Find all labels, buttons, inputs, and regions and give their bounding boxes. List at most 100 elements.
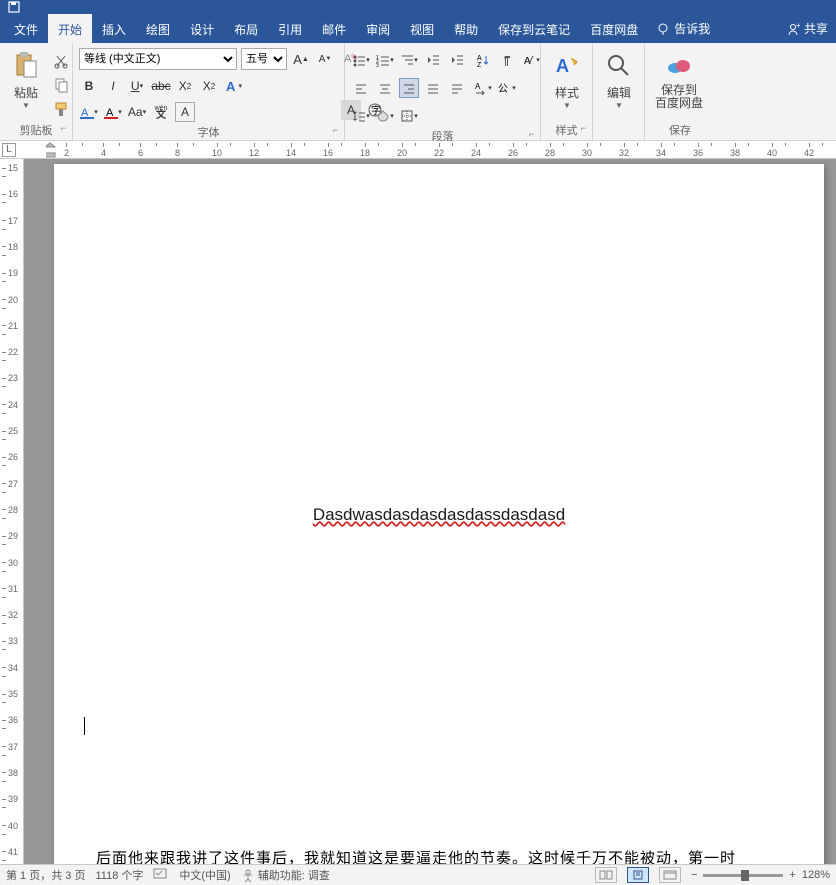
- view-print-icon[interactable]: [627, 867, 649, 883]
- svg-text:+: +: [796, 22, 800, 30]
- tab-cloudnote[interactable]: 保存到云笔记: [488, 14, 580, 43]
- tab-layout[interactable]: 布局: [224, 14, 268, 43]
- tab-review[interactable]: 审阅: [356, 14, 400, 43]
- align-center-icon[interactable]: [375, 78, 395, 98]
- copy-icon[interactable]: [52, 76, 70, 94]
- tab-references[interactable]: 引用: [268, 14, 312, 43]
- page-scroll[interactable]: Dasdwasdasdasdasdassdasdasd 后面他来跟我讲了这件事后…: [24, 159, 836, 864]
- superscript-button[interactable]: X2: [199, 76, 219, 96]
- align-left-icon[interactable]: [351, 78, 371, 98]
- indent-inc-icon[interactable]: [447, 50, 467, 70]
- indent-markers[interactable]: [46, 142, 64, 158]
- change-case-button[interactable]: Aa▾: [127, 102, 147, 122]
- highlight-button[interactable]: A▾: [79, 102, 99, 122]
- asian-layout-icon[interactable]: A▾: [521, 50, 541, 70]
- font-group-label: 字体: [198, 127, 220, 139]
- font-name-select[interactable]: 等线 (中文正文): [79, 48, 237, 70]
- borders-icon[interactable]: ▾: [399, 106, 419, 126]
- line-spacing-icon[interactable]: ▾: [351, 106, 371, 126]
- styles-button[interactable]: A 样式 ▼: [545, 46, 589, 120]
- status-accessibility[interactable]: 辅助功能: 调查: [241, 867, 330, 883]
- tab-file[interactable]: 文件: [4, 14, 48, 43]
- save-quick-icon[interactable]: [8, 1, 24, 13]
- share-button[interactable]: + 共享: [778, 14, 836, 43]
- save-baidu-button[interactable]: 保存到 百度网盘: [649, 46, 709, 120]
- bold-button[interactable]: B: [79, 76, 99, 96]
- tab-mailings[interactable]: 邮件: [312, 14, 356, 43]
- text-effects-icon[interactable]: A▾: [223, 76, 243, 96]
- grow-font-icon[interactable]: A▲: [291, 49, 311, 69]
- tab-help[interactable]: 帮助: [444, 14, 488, 43]
- ruler-tick: 12: [249, 141, 259, 159]
- ruler-tick: 4: [101, 141, 106, 159]
- group-paragraph: ▾ 123▾ ▾ ▾ ▾ ▾: [345, 43, 541, 141]
- font-size-select[interactable]: 五号: [241, 48, 287, 70]
- tellme[interactable]: 告诉我: [648, 14, 718, 43]
- format-painter-icon[interactable]: [52, 100, 70, 118]
- clipboard-launcher-icon[interactable]: ⌐: [61, 123, 66, 133]
- italic-button[interactable]: I: [103, 76, 123, 96]
- status-page[interactable]: 第 1 页，共 3 页: [6, 867, 85, 883]
- sort-icon[interactable]: AZ: [473, 50, 493, 70]
- underline-button[interactable]: U▾: [127, 76, 147, 96]
- paragraph-launcher-icon[interactable]: ⌐: [529, 129, 534, 139]
- group-font: 等线 (中文正文) 五号 A▲ A▼ B I U▾ abc X2 X2 A▾ A…: [73, 43, 345, 141]
- numbering-icon[interactable]: 123▾: [375, 50, 395, 70]
- align-justify-icon[interactable]: [423, 78, 443, 98]
- paste-button[interactable]: 粘贴 ▼: [4, 46, 48, 120]
- doc-title[interactable]: Dasdwasdasdasdasdassdasdasd: [54, 505, 824, 525]
- zoom-out-button[interactable]: −: [691, 869, 697, 881]
- status-spellcheck-icon[interactable]: [153, 867, 169, 884]
- zoom-level[interactable]: 128%: [802, 869, 830, 881]
- svg-text:A: A: [226, 79, 236, 94]
- editing-button[interactable]: 编辑 ▼: [597, 46, 641, 124]
- tab-view[interactable]: 视图: [400, 14, 444, 43]
- ruler-vertical[interactable]: 1516171819202122232425262728293031323334…: [0, 159, 24, 864]
- bullets-icon[interactable]: ▾: [351, 50, 371, 70]
- tab-baidu[interactable]: 百度网盘: [580, 14, 648, 43]
- align-right-icon[interactable]: [399, 78, 419, 98]
- ruler-vtick: 25: [0, 426, 24, 436]
- phonetic-button[interactable]: wén文: [151, 102, 171, 122]
- indent-dec-icon[interactable]: [423, 50, 443, 70]
- save-baidu-label: 保存到 百度网盘: [655, 84, 703, 110]
- zoom-slider[interactable]: [703, 874, 783, 877]
- ruler-tick: 26: [508, 141, 518, 159]
- tab-design[interactable]: 设计: [180, 14, 224, 43]
- multilevel-icon[interactable]: ▾: [399, 50, 419, 70]
- text-dir-icon[interactable]: A▾: [473, 78, 493, 98]
- ruler-vtick: 28: [0, 505, 24, 515]
- tab-home[interactable]: 开始: [48, 14, 92, 43]
- shrink-font-icon[interactable]: A▼: [315, 49, 335, 69]
- zoom-in-button[interactable]: +: [789, 869, 795, 881]
- view-read-icon[interactable]: [595, 867, 617, 883]
- status-words[interactable]: 1118 个字: [95, 867, 143, 883]
- shading-icon[interactable]: ▾: [375, 106, 395, 126]
- distribute-icon[interactable]: [447, 78, 467, 98]
- ruler-tick: 30: [582, 141, 592, 159]
- char-scaling-icon[interactable]: 公▾: [497, 78, 517, 98]
- font-launcher-icon[interactable]: ⌐: [333, 125, 338, 135]
- tab-insert[interactable]: 插入: [92, 14, 136, 43]
- ruler-vtick: 23: [0, 373, 24, 383]
- ruler-horizontal[interactable]: L 24681012141618202224262830323436384042: [0, 141, 836, 159]
- page: Dasdwasdasdasdasdassdasdasd 后面他来跟我讲了这件事后…: [54, 164, 824, 864]
- tab-draw[interactable]: 绘图: [136, 14, 180, 43]
- show-marks-icon[interactable]: [497, 50, 517, 70]
- char-border-button[interactable]: A: [175, 102, 195, 122]
- doc-body-text[interactable]: 后面他来跟我讲了这件事后，我就知道这是要逼走他的节奏。这时候千万不能被动，第一时: [96, 847, 794, 864]
- cut-icon[interactable]: [52, 52, 70, 70]
- styles-launcher-icon[interactable]: ⌐: [581, 123, 586, 133]
- ruler-tick: 10: [212, 141, 222, 159]
- tab-selector[interactable]: L: [2, 143, 16, 157]
- styles-icon: A: [553, 52, 581, 80]
- view-web-icon[interactable]: [659, 867, 681, 883]
- ruler-tick: 6: [138, 141, 143, 159]
- font-color-button[interactable]: A▾: [103, 102, 123, 122]
- group-clipboard: 粘贴 ▼ 剪贴板⌐: [0, 43, 73, 141]
- status-lang[interactable]: 中文(中国): [179, 867, 230, 883]
- strike-button[interactable]: abc: [151, 76, 171, 96]
- titlebar: [0, 0, 836, 14]
- ruler-vtick: 18: [0, 242, 24, 252]
- subscript-button[interactable]: X2: [175, 76, 195, 96]
